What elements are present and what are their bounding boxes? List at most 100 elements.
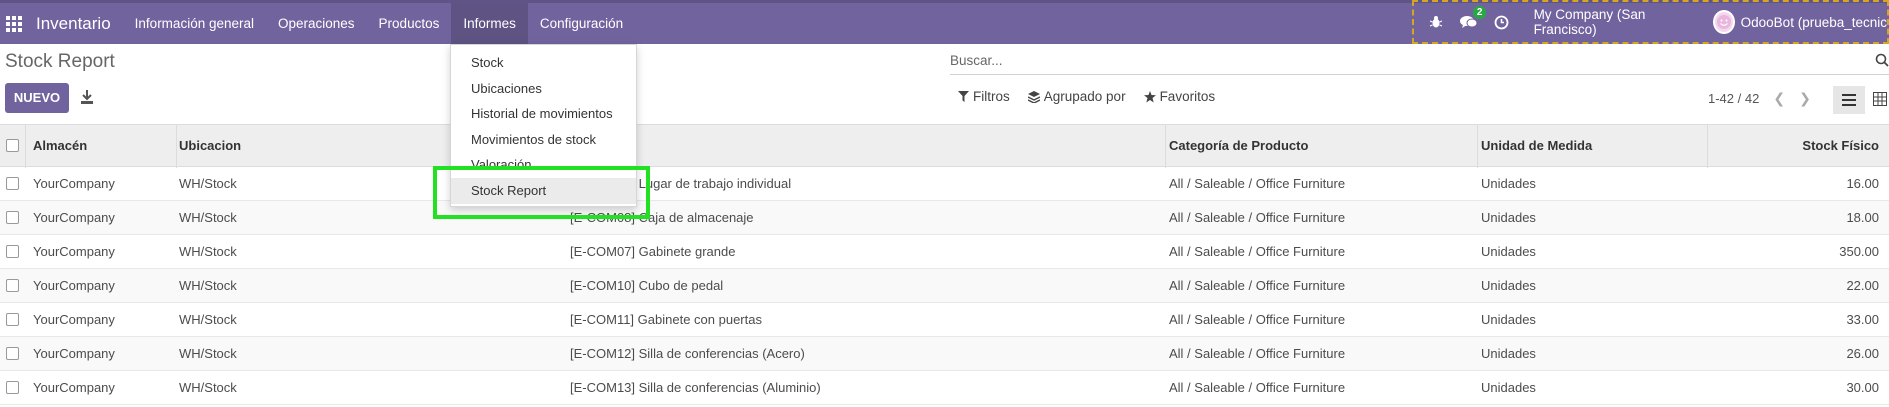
cell-stock: 30.00 [1846,380,1879,395]
filters-label: Filtros [973,89,1010,104]
user-menu[interactable]: OdooBot (prueba_tecnic [1741,15,1887,30]
row-checkbox[interactable] [6,313,19,326]
search-options: Filtros Agrupado por Favoritos [958,89,1233,104]
table-header: Almacén Ubicacion Categoría de Producto … [0,124,1889,168]
favorites-button[interactable]: Favoritos [1143,89,1216,104]
cell-stock: 350.00 [1839,244,1879,259]
header-categoria[interactable]: Categoría de Producto [1169,138,1308,153]
pager-value[interactable]: 1-42 / 42 [1708,91,1759,106]
cell-ubicacion: WH/Stock [179,210,237,225]
cell-ubicacion: WH/Stock [179,244,237,259]
cell-categoria: All / Saleable / Office Furniture [1169,278,1346,293]
menu-operaciones[interactable]: Operaciones [266,3,367,44]
dropdown-item-ubicaciones[interactable]: Ubicaciones [451,76,636,102]
cell-unidad: Unidades [1481,278,1536,293]
header-unidad[interactable]: Unidad de Medida [1481,138,1592,153]
clock-icon[interactable] [1490,12,1513,32]
header-stock-fisico[interactable]: Stock Físico [1802,138,1879,153]
cell-stock: 22.00 [1846,278,1879,293]
table-body: YourCompany WH/Stock [E-COM09] Lugar de … [0,167,1889,405]
menu-configuracion[interactable]: Configuración [528,3,635,44]
row-checkbox[interactable] [6,279,19,292]
table-row[interactable]: YourCompany WH/Stock [E-COM08] Caja de a… [0,201,1889,235]
cell-almacen: YourCompany [33,176,115,191]
row-checkbox[interactable] [6,347,19,360]
cell-unidad: Unidades [1481,346,1536,361]
systray: 2 My Company (San Francisco) OdooBot (pr… [1412,0,1889,44]
header-almacen[interactable]: Almacén [33,138,87,153]
cell-stock: 26.00 [1846,346,1879,361]
filters-button[interactable]: Filtros [958,89,1010,104]
user-avatar[interactable] [1712,10,1735,34]
page-title: Stock Report [5,51,115,72]
cell-producto: [E-COM10] Cubo de pedal [570,278,724,293]
cell-categoria: All / Saleable / Office Furniture [1169,312,1346,327]
favorites-label: Favoritos [1159,89,1216,104]
groupby-button[interactable]: Agrupado por [1027,89,1126,104]
table-row[interactable]: YourCompany WH/Stock [E-COM13] Silla de … [0,371,1889,405]
cell-categoria: All / Saleable / Office Furniture [1169,346,1346,361]
cell-ubicacion: WH/Stock [179,312,237,327]
messages-icon[interactable]: 2 [1457,6,1487,32]
table-row[interactable]: YourCompany WH/Stock [E-COM07] Gabinete … [0,235,1889,269]
cell-almacen: YourCompany [33,278,115,293]
menu-informacion-general[interactable]: Información general [123,3,266,44]
cell-almacen: YourCompany [33,380,115,395]
cell-stock: 18.00 [1846,210,1879,225]
cell-unidad: Unidades [1481,210,1536,225]
new-button[interactable]: NUEVO [5,83,69,113]
table-row[interactable]: YourCompany WH/Stock [E-COM09] Lugar de … [0,167,1889,201]
cell-producto: [E-COM13] Silla de conferencias (Alumini… [570,380,821,395]
bug-icon[interactable] [1424,12,1447,32]
row-checkbox[interactable] [6,211,19,224]
cell-unidad: Unidades [1481,312,1536,327]
messages-badge: 2 [1472,6,1487,19]
apps-menu-icon[interactable] [6,15,22,32]
pager-next-icon[interactable]: ❯ [1799,90,1811,107]
top-navbar: Inventario Información general Operacion… [0,0,1889,44]
cell-producto: [E-COM07] Gabinete grande [570,244,736,259]
cell-ubicacion: WH/Stock [179,380,237,395]
menu-productos[interactable]: Productos [367,3,452,44]
table-row[interactable]: YourCompany WH/Stock [E-COM11] Gabinete … [0,303,1889,337]
list-view-icon[interactable] [1833,86,1865,114]
dropdown-item-stock[interactable]: Stock [451,50,636,76]
cell-producto: [E-COM11] Gabinete con puertas [570,312,762,327]
pager-previous-icon[interactable]: ❮ [1773,90,1785,107]
cell-unidad: Unidades [1481,380,1536,395]
row-checkbox[interactable] [6,177,19,190]
cell-unidad: Unidades [1481,244,1536,259]
filter-icon [958,91,969,102]
search-bar [950,47,1889,75]
row-checkbox[interactable] [6,381,19,394]
cell-almacen: YourCompany [33,312,115,327]
app-title[interactable]: Inventario [36,14,111,34]
cell-stock: 33.00 [1846,312,1879,327]
cell-almacen: YourCompany [33,244,115,259]
cell-categoria: All / Saleable / Office Furniture [1169,176,1346,191]
pager: 1-42 / 42 ❮ ❯ [1708,90,1811,107]
table-row[interactable]: YourCompany WH/Stock [E-COM10] Cubo de p… [0,269,1889,303]
dropdown-item-historial[interactable]: Historial de movimientos [451,101,636,127]
cell-ubicacion: WH/Stock [179,346,237,361]
search-icon[interactable] [1875,53,1889,67]
download-icon[interactable] [80,89,94,105]
header-ubicacion[interactable]: Ubicacion [179,138,241,153]
cell-ubicacion: WH/Stock [179,278,237,293]
table-row[interactable]: YourCompany WH/Stock [E-COM12] Silla de … [0,337,1889,371]
cell-stock: 16.00 [1846,176,1879,191]
company-switcher[interactable]: My Company (San Francisco) [1534,7,1693,37]
cell-almacen: YourCompany [33,210,115,225]
select-all-checkbox[interactable] [6,139,19,152]
cell-categoria: All / Saleable / Office Furniture [1169,210,1346,225]
search-input[interactable] [950,47,1850,73]
dropdown-item-movimientos[interactable]: Movimientos de stock [451,127,636,153]
menu-informes[interactable]: Informes [451,3,528,44]
layers-icon [1027,90,1040,103]
cell-ubicacion: WH/Stock [179,176,237,191]
stock-table: Almacén Ubicacion Categoría de Producto … [0,124,1889,405]
row-checkbox[interactable] [6,245,19,258]
cell-categoria: All / Saleable / Office Furniture [1169,380,1346,395]
pivot-view-icon[interactable] [1869,88,1889,110]
cell-almacen: YourCompany [33,346,115,361]
